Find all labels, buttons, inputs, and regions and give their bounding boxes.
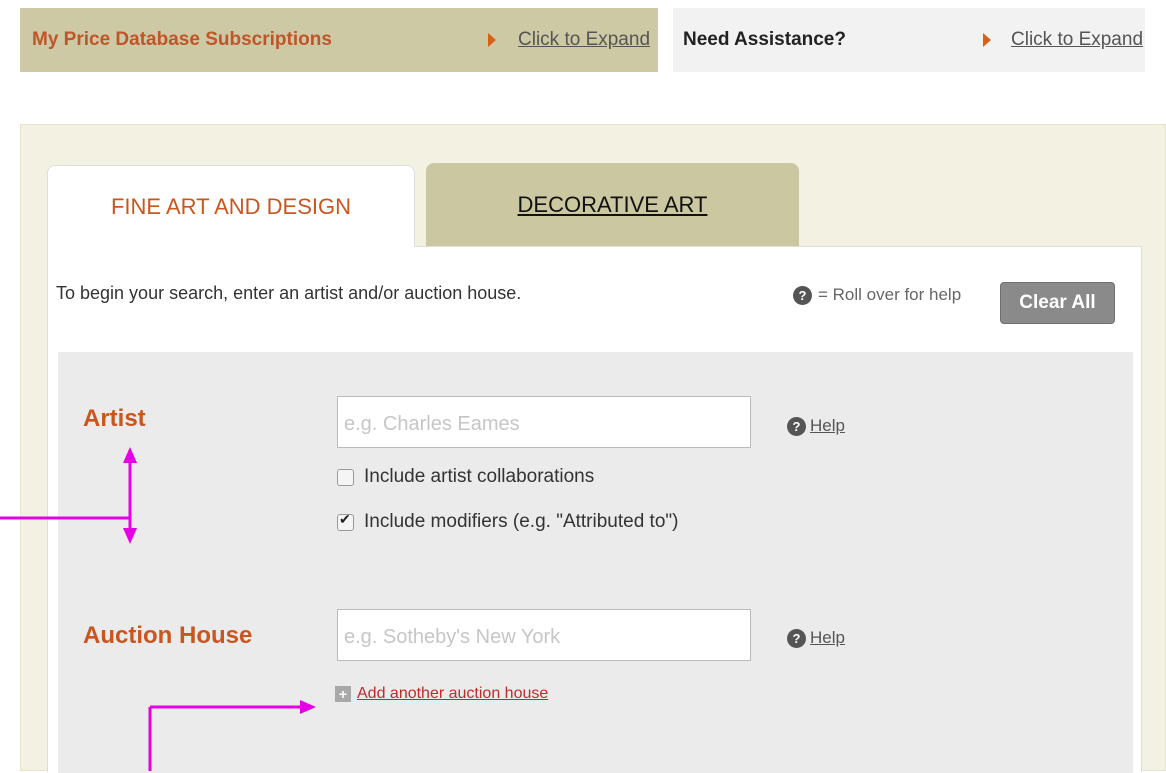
subscriptions-title: My Price Database Subscriptions	[32, 29, 332, 50]
include-modifiers-label: Include modifiers (e.g. "Attributed to")	[364, 511, 679, 532]
auction-house-help-text[interactable]: Help	[810, 628, 845, 648]
auction-house-input[interactable]: e.g. Sotheby's New York	[337, 609, 751, 661]
assistance-bar: Need Assistance? Click to Expand	[673, 8, 1145, 72]
checkbox-icon[interactable]	[337, 468, 354, 486]
artist-input[interactable]: e.g. Charles Eames	[337, 396, 751, 448]
add-auction-house-link[interactable]: + Add another auction house	[335, 685, 548, 703]
help-legend: ? = Roll over for help	[793, 285, 961, 305]
include-collaborations-checkbox[interactable]: Include artist collaborations	[337, 466, 594, 488]
assistance-expand-link[interactable]: Click to Expand	[1011, 29, 1143, 51]
add-auction-house-text[interactable]: Add another auction house	[357, 685, 548, 703]
plus-icon[interactable]: +	[335, 686, 351, 702]
artist-help-text[interactable]: Help	[810, 416, 845, 436]
search-intro: To begin your search, enter an artist an…	[56, 283, 522, 303]
subscriptions-bar: My Price Database Subscriptions Click to…	[20, 8, 658, 72]
checkbox-icon[interactable]	[337, 511, 354, 531]
include-modifiers-checkbox[interactable]: Include modifiers (e.g. "Attributed to")	[337, 511, 678, 533]
include-collaborations-label: Include artist collaborations	[364, 466, 595, 487]
help-question-icon: ?	[787, 416, 806, 436]
artist-help-link[interactable]: ? Help	[787, 416, 845, 436]
help-question-icon: ?	[787, 628, 806, 648]
help-legend-text: = Roll over for help	[818, 285, 962, 304]
auction-house-label: Auction House	[83, 622, 253, 649]
search-form: Artist e.g. Charles Eames ? Help Include…	[58, 352, 1133, 773]
assistance-title: Need Assistance?	[683, 29, 846, 50]
search-container: FINE ART AND DESIGN DECORATIVE ART To be…	[20, 124, 1166, 773]
help-question-icon: ?	[793, 285, 812, 305]
tab-fine-art-and-design[interactable]: FINE ART AND DESIGN	[47, 165, 415, 247]
auction-house-help-link[interactable]: ? Help	[787, 628, 845, 648]
expand-arrow-icon	[983, 33, 991, 47]
tab-decorative-art[interactable]: DECORATIVE ART	[426, 163, 799, 247]
artist-label: Artist	[83, 405, 146, 432]
search-panel: To begin your search, enter an artist an…	[47, 246, 1142, 773]
subscriptions-expand-link[interactable]: Click to Expand	[518, 29, 650, 51]
clear-all-button[interactable]: Clear All	[1000, 282, 1115, 324]
expand-arrow-icon	[488, 33, 496, 47]
